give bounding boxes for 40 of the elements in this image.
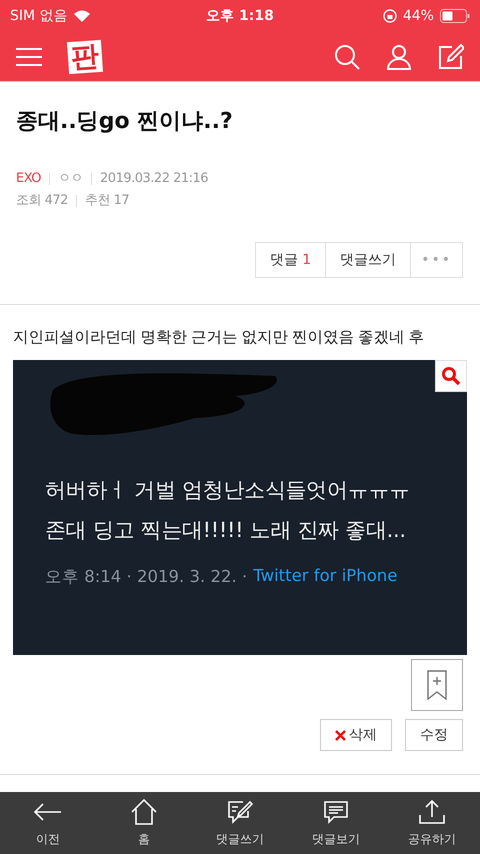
post-body: 지인피셜이라던데 명확한 근거는 없지만 찐이였음 좋겠네 후 — [13, 327, 425, 348]
author-name: ㅇㅇ — [58, 170, 84, 188]
battery-percent: 44% — [402, 8, 434, 24]
delete-x-icon — [335, 730, 346, 740]
search-icon[interactable] — [334, 44, 360, 70]
search-icon — [441, 366, 461, 386]
carrier-text: SIM 없음 — [10, 7, 68, 25]
write-comment-button[interactable]: 댓글쓰기 — [325, 242, 412, 278]
edit-icon[interactable] — [438, 44, 464, 70]
menu-icon[interactable] — [16, 46, 42, 66]
person-icon[interactable] — [386, 44, 412, 70]
modify-button[interactable]: 수정 — [405, 719, 463, 751]
rotation-lock-icon — [382, 9, 397, 23]
battery-icon — [440, 9, 470, 23]
zoom-button[interactable] — [435, 360, 467, 392]
post-date: 2019.03.22 21:16 — [100, 170, 208, 188]
view-count: 조회 472 — [16, 192, 68, 210]
home-icon — [131, 799, 157, 825]
bookmark-plus-icon — [427, 670, 447, 700]
tweet-source-link[interactable]: Twitter for iPhone — [253, 566, 398, 588]
clock-text: 오후 1:18 — [206, 7, 274, 25]
tweet-timestamp: 오후 8:14 · 2019. 3. 22. · — [45, 566, 248, 588]
tweet-text: 허버하ㅓ 거벌 엄청난소식들엇어ㅠㅠㅠ 존대 딩고 찍는대!!!!! 노래 진짜 좋대... — [45, 477, 411, 544]
share-icon — [418, 799, 446, 825]
post-title: 종대..딩go 찐이냐..? — [16, 108, 234, 136]
delete-button[interactable]: 삭제 — [320, 719, 392, 751]
wifi-icon — [74, 10, 90, 22]
speech-bubble-icon — [323, 800, 349, 824]
recommend-count: 추천 17 — [84, 192, 130, 210]
tab-bar-item[interactable]: 댓글보기 — [288, 792, 384, 854]
board-name[interactable]: EXO — [16, 168, 42, 190]
tab-bar-item[interactable]: 홈 — [96, 792, 192, 854]
back-arrow-icon — [33, 803, 63, 821]
bookmark-button[interactable] — [411, 659, 463, 711]
tab-bar-item[interactable]: 공유하기 — [384, 792, 480, 854]
tab-bar-item[interactable]: 댓글쓰기 — [192, 792, 288, 854]
comment-pencil-icon — [227, 800, 253, 824]
logo[interactable]: 판 — [66, 39, 104, 74]
tab-bar-item[interactable]: 이전 — [0, 792, 96, 854]
comments-button[interactable]: 댓글 1 — [254, 242, 326, 278]
